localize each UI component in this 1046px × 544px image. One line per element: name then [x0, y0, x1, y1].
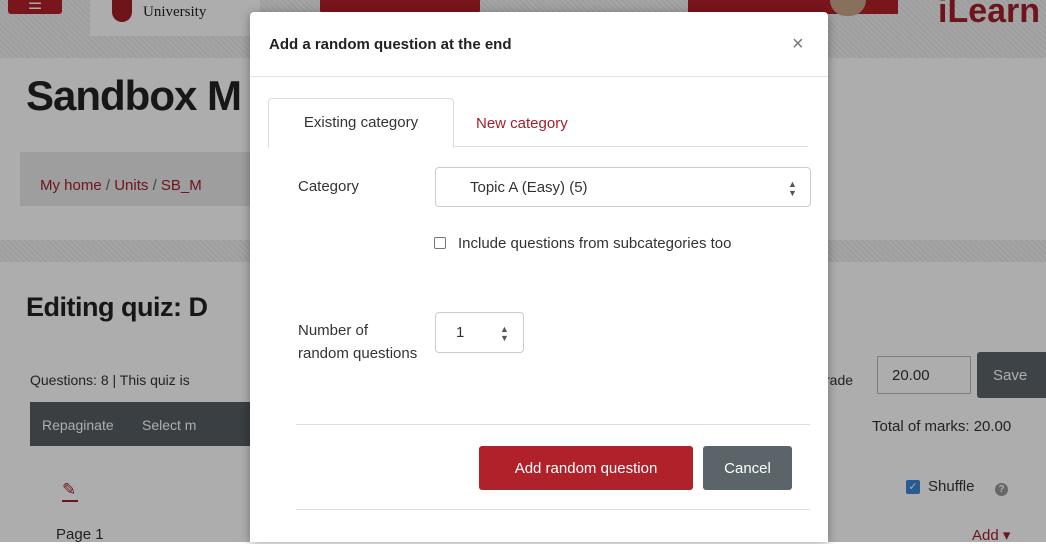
tab-new-category[interactable]: New category	[476, 115, 568, 132]
select-arrows-icon: ▲ ▼	[788, 179, 797, 198]
footer-divider	[296, 424, 810, 425]
include-subcategories-checkbox[interactable]	[434, 237, 446, 249]
tab-existing-category[interactable]: Existing category	[268, 98, 454, 148]
bottom-divider	[296, 509, 810, 510]
add-random-question-button[interactable]: Add random question	[479, 446, 693, 490]
cancel-button[interactable]: Cancel	[703, 446, 792, 490]
number-selected-value: 1	[456, 324, 465, 341]
dialog-title: Add a random question at the end	[269, 36, 512, 53]
close-icon[interactable]: ×	[792, 34, 804, 54]
select-arrows-icon: ▲ ▼	[500, 324, 509, 343]
number-of-questions-select[interactable]: 1 ▲ ▼	[435, 312, 524, 353]
number-of-questions-label: Number of random questions	[298, 322, 418, 362]
category-selected-value: Topic A (Easy) (5)	[470, 179, 588, 196]
category-label: Category	[298, 178, 359, 195]
category-select[interactable]: Topic A (Easy) (5) ▲ ▼	[435, 167, 811, 207]
header-divider	[250, 76, 828, 77]
include-subcategories-label: Include questions from subcategories too	[458, 235, 732, 252]
random-question-dialog: Add a random question at the end × Exist…	[250, 12, 828, 542]
